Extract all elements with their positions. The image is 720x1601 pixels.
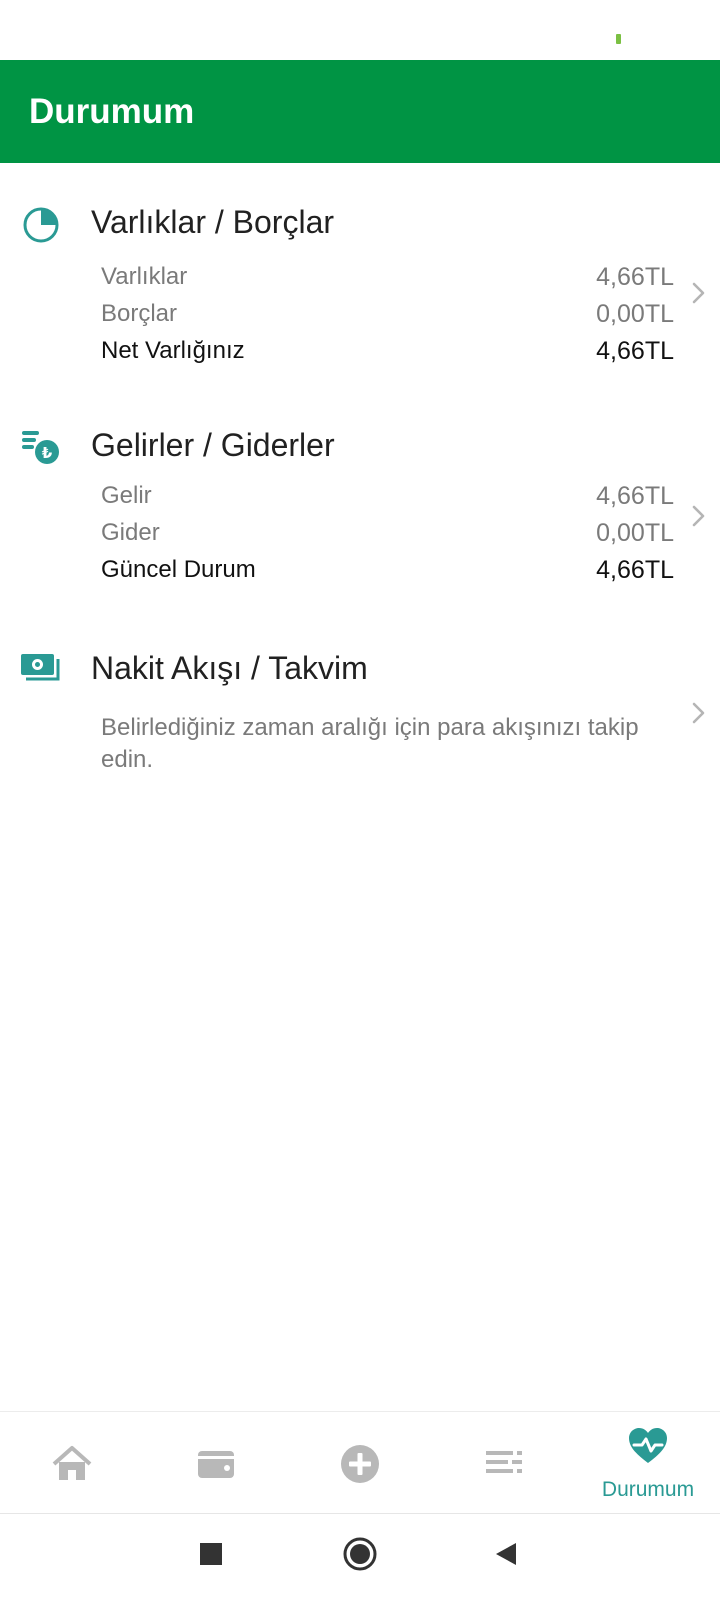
assets-label: Varlıklar	[101, 263, 188, 290]
income-value: 4,66TL	[596, 482, 674, 510]
assets-liabilities-card[interactable]: Varlıklar / Borçlar Varlıklar 4,66TL Bor…	[0, 190, 720, 380]
nav-item-status[interactable]: Durumum	[576, 1412, 720, 1514]
assets-value: 4,66TL	[596, 263, 674, 291]
back-icon[interactable]	[484, 1532, 528, 1576]
income-label: Gelir	[101, 482, 152, 509]
system-navigation-bar	[0, 1513, 720, 1601]
wallet-icon	[198, 1451, 234, 1478]
net-worth-label: Net Varlığınız	[101, 337, 245, 364]
app-bar: Durumum	[0, 60, 720, 163]
list-icon	[486, 1451, 522, 1473]
cashflow-calendar-card[interactable]: Nakit Akışı / Takvim Belirlediğiniz zama…	[0, 636, 720, 786]
chevron-right-icon[interactable]	[688, 501, 710, 531]
status-bar	[0, 0, 720, 60]
heart-pulse-icon	[629, 1428, 667, 1463]
recent-apps-icon[interactable]	[189, 1532, 233, 1576]
bottom-navigation: Durumum	[0, 1411, 720, 1514]
nav-item-add[interactable]	[288, 1412, 432, 1514]
section-title-assets: Varlıklar / Borçlar	[91, 204, 335, 240]
nav-label-status: Durumum	[601, 1478, 695, 1501]
nav-item-wallet[interactable]	[144, 1412, 288, 1514]
liabilities-label: Borçlar	[101, 300, 178, 327]
add-circle-icon	[341, 1445, 379, 1483]
net-worth-value: 4,66TL	[596, 337, 674, 365]
nav-item-transactions[interactable]	[432, 1412, 576, 1514]
page-title: Durumum	[29, 92, 195, 131]
banknote-icon	[21, 654, 60, 681]
liabilities-value: 0,00TL	[596, 300, 674, 328]
coins-lira-icon: ₺	[22, 431, 59, 464]
nav-item-home[interactable]	[0, 1412, 144, 1514]
chevron-right-icon[interactable]	[688, 278, 710, 308]
income-expense-card[interactable]: ₺ Gelirler / Giderler Gelir 4,66TL Gider…	[0, 413, 720, 603]
current-status-value: 4,66TL	[596, 556, 674, 584]
expense-label: Gider	[101, 519, 160, 546]
cashflow-description: Belirlediğiniz zaman aralığı için para a…	[101, 714, 639, 773]
section-title-cashflow: Nakit Akışı / Takvim	[91, 650, 368, 686]
chevron-right-icon[interactable]	[688, 698, 710, 728]
current-status-label: Güncel Durum	[101, 556, 256, 583]
svg-text:₺: ₺	[42, 444, 53, 462]
home-button-icon[interactable]	[338, 1532, 382, 1576]
status-indicator	[616, 34, 621, 44]
home-icon	[52, 1446, 92, 1480]
pie-chart-icon	[23, 207, 59, 243]
expense-value: 0,00TL	[596, 519, 674, 547]
section-title-income: Gelirler / Giderler	[91, 427, 335, 463]
